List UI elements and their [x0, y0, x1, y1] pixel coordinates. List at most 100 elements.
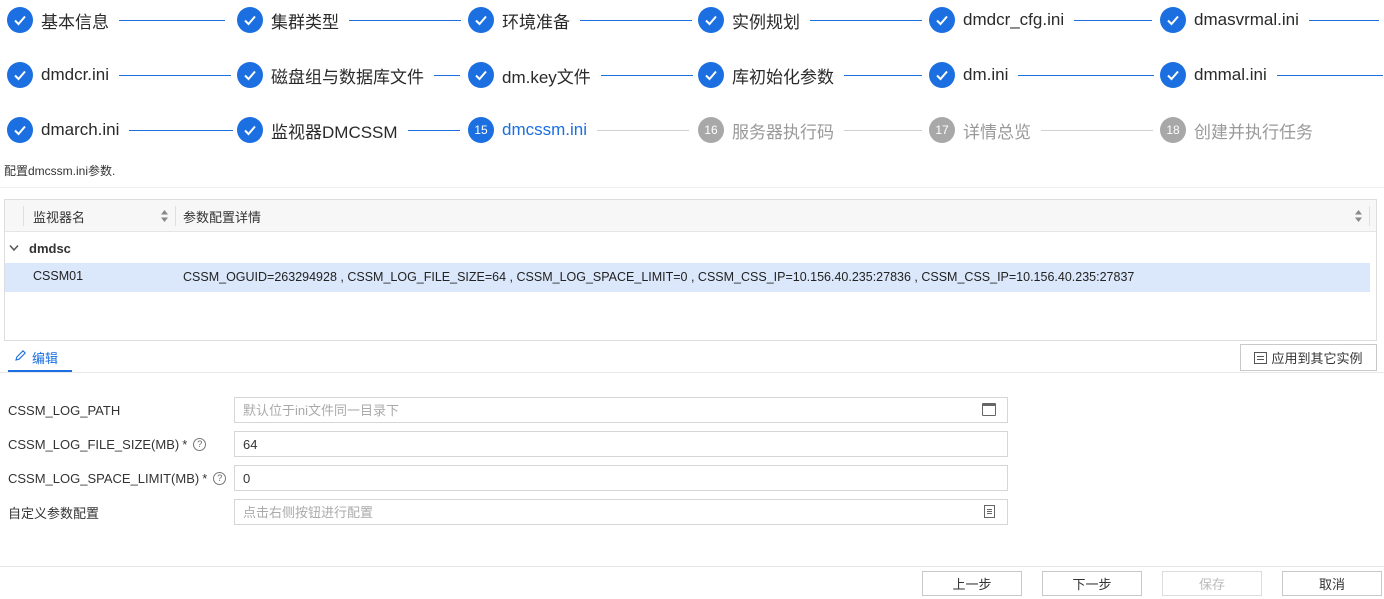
- step-5[interactable]: dmdcr_cfg.ini: [929, 5, 1153, 35]
- step-connector: [597, 129, 690, 131]
- step-connector: [119, 19, 225, 21]
- column-separator: [23, 206, 24, 226]
- column-header-detail[interactable]: 参数配置详情: [183, 200, 261, 232]
- chevron-down-icon[interactable]: [9, 241, 29, 255]
- column-separator: [175, 206, 176, 226]
- check-icon: [237, 7, 263, 33]
- cancel-button[interactable]: 取消: [1282, 571, 1382, 596]
- step-connector: [844, 74, 922, 76]
- step-connector: [844, 129, 922, 131]
- step-label: dmasvrmal.ini: [1194, 10, 1299, 29]
- step-label: 创建并执行任务: [1194, 122, 1313, 142]
- step-2[interactable]: 集群类型: [237, 5, 461, 35]
- step-connector: [407, 129, 460, 131]
- step-16[interactable]: 16 服务器执行码: [698, 115, 922, 145]
- form-row-custom-params: 自定义参数配置: [0, 499, 1384, 525]
- field-label: CSSM_LOG_SPACE_LIMIT(MB) * ?: [8, 465, 227, 491]
- next-button[interactable]: 下一步: [1042, 571, 1142, 596]
- save-button[interactable]: 保存: [1162, 571, 1262, 596]
- step-label: dmcssm.ini: [502, 120, 588, 139]
- log-file-size-input[interactable]: [234, 431, 1008, 457]
- table-group-row[interactable]: dmdsc: [5, 233, 1376, 263]
- tab-edit[interactable]: 编辑: [8, 344, 72, 372]
- step-label: 基本信息: [41, 12, 109, 32]
- step-label: dmarch.ini: [41, 120, 120, 139]
- help-icon[interactable]: ?: [213, 471, 227, 485]
- stepper-row-2: dmdcr.ini 磁盘组与数据库文件 dm.key文件 库初始化参数 dm.i…: [0, 60, 1384, 90]
- custom-params-input[interactable]: [234, 499, 1008, 525]
- check-icon: [7, 117, 33, 143]
- stepper-row-1: 基本信息 集群类型 环境准备 实例规划 dmdcr_cfg.ini dmasvr…: [0, 5, 1384, 35]
- step-13[interactable]: dmarch.ini: [7, 115, 234, 145]
- table-header: 监视器名 参数配置详情: [5, 200, 1376, 232]
- sort-icon[interactable]: [1354, 200, 1368, 232]
- divider: [0, 566, 1384, 567]
- step-17[interactable]: 17 详情总览: [929, 115, 1153, 145]
- check-icon: [698, 62, 724, 88]
- step-connector: [600, 74, 693, 76]
- step-label: 磁盘组与数据库文件: [271, 67, 424, 87]
- step-4[interactable]: 实例规划: [698, 5, 922, 35]
- step-number: 17: [929, 117, 955, 143]
- step-connector: [1308, 19, 1379, 21]
- step-label: 实例规划: [732, 12, 800, 32]
- folder-icon[interactable]: [982, 403, 996, 416]
- step-12[interactable]: dmmal.ini: [1160, 60, 1383, 90]
- step-label: dmdcr_cfg.ini: [963, 10, 1065, 29]
- app-root: 基本信息 集群类型 环境准备 实例规划 dmdcr_cfg.ini dmasvr…: [0, 0, 1384, 599]
- page-hint: 配置dmcssm.ini参数.: [4, 164, 116, 178]
- step-9[interactable]: dm.key文件: [468, 60, 693, 90]
- step-connector: [1276, 74, 1383, 76]
- step-label: 库初始化参数: [732, 67, 834, 87]
- step-1[interactable]: 基本信息: [7, 5, 225, 35]
- step-7[interactable]: dmdcr.ini: [7, 60, 232, 90]
- monitor-table: 监视器名 参数配置详情 dmdsc CSSM01 CSSM_OGUID=2632…: [4, 199, 1377, 341]
- log-path-input[interactable]: [234, 397, 1008, 423]
- divider: [0, 372, 1384, 373]
- step-label: dmmal.ini: [1194, 65, 1267, 84]
- step-6[interactable]: dmasvrmal.ini: [1160, 5, 1379, 35]
- field-label: 自定义参数配置: [8, 505, 100, 521]
- log-space-limit-input[interactable]: [234, 465, 1008, 491]
- step-11[interactable]: dm.ini: [929, 60, 1155, 90]
- step-connector: [1074, 19, 1153, 21]
- help-icon[interactable]: ?: [193, 437, 207, 451]
- check-icon: [698, 7, 724, 33]
- step-number: 16: [698, 117, 724, 143]
- step-label: dm.key文件: [502, 67, 591, 87]
- step-10[interactable]: 库初始化参数: [698, 60, 922, 90]
- step-connector: [1018, 74, 1155, 76]
- cell-config-detail: CSSM_OGUID=263294928 , CSSM_LOG_FILE_SIZ…: [183, 270, 1135, 284]
- step-3[interactable]: 环境准备: [468, 5, 692, 35]
- check-icon: [237, 62, 263, 88]
- field-label: CSSM_LOG_PATH: [8, 402, 121, 418]
- check-icon: [7, 62, 33, 88]
- column-header-monitor[interactable]: 监视器名: [33, 200, 85, 232]
- step-label: 环境准备: [502, 12, 570, 32]
- sort-icon[interactable]: [160, 200, 174, 232]
- apply-icon: [1254, 351, 1268, 364]
- step-number: 18: [1160, 117, 1186, 143]
- step-connector: [1041, 129, 1153, 131]
- step-number: 15: [468, 117, 494, 143]
- prev-button[interactable]: 上一步: [922, 571, 1022, 596]
- step-connector: [434, 74, 460, 76]
- step-15[interactable]: 15 dmcssm.ini: [468, 115, 690, 145]
- step-connector: [580, 19, 692, 21]
- required-mark: *: [202, 470, 208, 486]
- cell-monitor-name: CSSM01: [33, 269, 84, 283]
- divider: [0, 187, 1384, 188]
- step-14[interactable]: 监视器DMCSSM: [237, 115, 460, 145]
- step-label: 详情总览: [963, 122, 1031, 142]
- check-icon: [468, 62, 494, 88]
- step-18[interactable]: 18 创建并执行任务: [1160, 115, 1313, 145]
- table-row[interactable]: CSSM01 CSSM_OGUID=263294928 , CSSM_LOG_F…: [5, 263, 1370, 292]
- step-label: 集群类型: [271, 12, 339, 32]
- check-icon: [929, 62, 955, 88]
- step-connector: [349, 19, 461, 21]
- column-separator: [1369, 206, 1370, 226]
- apply-to-others-button[interactable]: 应用到其它实例: [1240, 344, 1377, 371]
- document-icon[interactable]: [984, 505, 995, 518]
- step-8[interactable]: 磁盘组与数据库文件: [237, 60, 460, 90]
- step-connector: [119, 74, 232, 76]
